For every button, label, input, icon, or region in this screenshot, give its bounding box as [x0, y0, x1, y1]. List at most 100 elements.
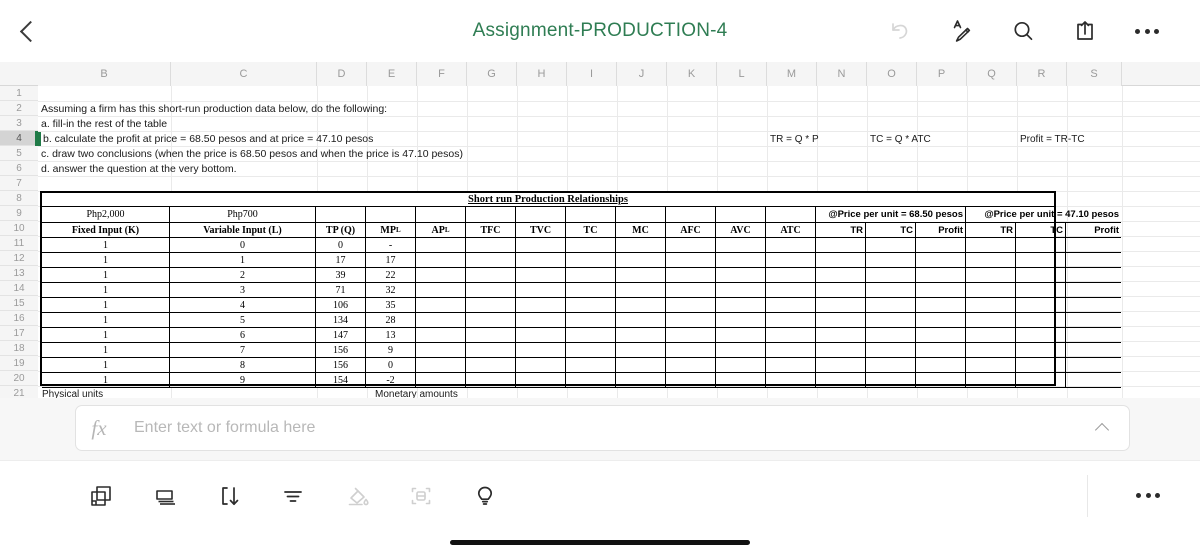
- table-cell-tr1[interactable]: [816, 343, 866, 358]
- table-cell-tc[interactable]: [566, 238, 616, 253]
- blank-head-i[interactable]: [566, 207, 616, 223]
- table-cell-tp[interactable]: 39: [316, 268, 366, 283]
- table-cell-afc[interactable]: [666, 343, 716, 358]
- header-tc[interactable]: TC: [566, 223, 616, 238]
- row-header-19[interactable]: 19: [0, 356, 38, 371]
- formula-hint-profit[interactable]: Profit = TR-TC: [1020, 132, 1085, 147]
- table-cell-mc[interactable]: [616, 313, 666, 328]
- blank-head-k[interactable]: [666, 207, 716, 223]
- blank-head-g[interactable]: [466, 207, 516, 223]
- table-cell-tr2[interactable]: [966, 358, 1016, 373]
- column-header-O[interactable]: O: [867, 62, 917, 86]
- table-cell-atc[interactable]: [766, 268, 816, 283]
- row-header-15[interactable]: 15: [0, 296, 38, 311]
- header-tvc[interactable]: TVC: [516, 223, 566, 238]
- blank-head-j[interactable]: [616, 207, 666, 223]
- column-header-G[interactable]: G: [467, 62, 517, 86]
- table-cell-avc[interactable]: [716, 268, 766, 283]
- price-group-2-label[interactable]: @Price per unit = 47.10 pesos: [966, 207, 1121, 223]
- table-cell-tr1[interactable]: [816, 313, 866, 328]
- row-header-1[interactable]: 1: [0, 86, 38, 101]
- table-cell-tfc[interactable]: [466, 313, 516, 328]
- table-cell-mp[interactable]: 35: [366, 298, 416, 313]
- row-header-18[interactable]: 18: [0, 341, 38, 356]
- table-cell-k[interactable]: 1: [42, 358, 170, 373]
- table-cell-ap[interactable]: [416, 253, 466, 268]
- table-cell-tc2[interactable]: [1016, 373, 1066, 388]
- table-cell-l[interactable]: 4: [170, 298, 316, 313]
- table-cell-mp[interactable]: 0: [366, 358, 416, 373]
- table-cell-tc[interactable]: [566, 253, 616, 268]
- table-cell-p2[interactable]: [1066, 253, 1121, 268]
- share-icon[interactable]: [1070, 16, 1100, 46]
- table-cell-avc[interactable]: [716, 313, 766, 328]
- table-cell-p2[interactable]: [1066, 268, 1121, 283]
- table-cell-k[interactable]: 1: [42, 373, 170, 388]
- table-cell-tc1[interactable]: [866, 283, 916, 298]
- table-cell-tfc[interactable]: [466, 283, 516, 298]
- row-header-20[interactable]: 20: [0, 371, 38, 386]
- table-cell-mp[interactable]: 9: [366, 343, 416, 358]
- table-cell-p2[interactable]: [1066, 298, 1121, 313]
- table-cell-mp[interactable]: 22: [366, 268, 416, 283]
- table-cell-tr2[interactable]: [966, 253, 1016, 268]
- table-cell-tfc[interactable]: [466, 253, 516, 268]
- table-cell-p2[interactable]: [1066, 283, 1121, 298]
- table-cell-tfc[interactable]: [466, 343, 516, 358]
- table-cell-mc[interactable]: [616, 268, 666, 283]
- table-cell-tvc[interactable]: [516, 358, 566, 373]
- table-cell-afc[interactable]: [666, 313, 716, 328]
- formula-bar[interactable]: fx: [75, 405, 1130, 451]
- table-cell-k[interactable]: 1: [42, 268, 170, 283]
- row-header-6[interactable]: 6: [0, 161, 38, 176]
- table-cell-k[interactable]: 1: [42, 253, 170, 268]
- filter-icon[interactable]: [276, 479, 310, 513]
- table-cell-avc[interactable]: [716, 358, 766, 373]
- table-cell-tr2[interactable]: [966, 313, 1016, 328]
- table-cell-tfc[interactable]: [466, 238, 516, 253]
- table-cell-p2[interactable]: [1066, 373, 1121, 388]
- table-cell-mc[interactable]: [616, 373, 666, 388]
- table-cell-atc[interactable]: [766, 373, 816, 388]
- table-cell-tc[interactable]: [566, 298, 616, 313]
- table-cell-atc[interactable]: [766, 283, 816, 298]
- table-cell-afc[interactable]: [666, 373, 716, 388]
- table-cell-tc[interactable]: [566, 343, 616, 358]
- header-tr-price1[interactable]: TR: [816, 223, 866, 238]
- table-cell-mc[interactable]: [616, 253, 666, 268]
- table-cell-tc1[interactable]: [866, 238, 916, 253]
- column-header-F[interactable]: F: [417, 62, 467, 86]
- table-cell-avc[interactable]: [716, 283, 766, 298]
- undo-icon[interactable]: [884, 16, 914, 46]
- table-cell-tr2[interactable]: [966, 298, 1016, 313]
- table-cell-avc[interactable]: [716, 373, 766, 388]
- table-cell-atc[interactable]: [766, 298, 816, 313]
- table-cell-tc2[interactable]: [1016, 283, 1066, 298]
- table-cell-tr2[interactable]: [966, 373, 1016, 388]
- note-row-5[interactable]: c. draw two conclusions (when the price …: [41, 147, 463, 162]
- table-cell-tc2[interactable]: [1016, 238, 1066, 253]
- table-cell-tr1[interactable]: [816, 253, 866, 268]
- table-cell-tc1[interactable]: [866, 298, 916, 313]
- table-cell-tc2[interactable]: [1016, 298, 1066, 313]
- note-row-3[interactable]: a. fill-in the rest of the table: [41, 117, 167, 132]
- header-tr-price2[interactable]: TR: [966, 223, 1016, 238]
- table-cell-tc[interactable]: [566, 328, 616, 343]
- table-cell-k[interactable]: 1: [42, 298, 170, 313]
- table-cell-tc2[interactable]: [1016, 268, 1066, 283]
- note-row-6[interactable]: d. answer the question at the very botto…: [41, 162, 237, 177]
- column-header-C[interactable]: C: [171, 62, 317, 86]
- table-cell-p1[interactable]: [916, 268, 966, 283]
- fixed-cost-label[interactable]: Php2,000: [42, 207, 170, 223]
- table-cell-tp[interactable]: 71: [316, 283, 366, 298]
- table-cell-tc2[interactable]: [1016, 328, 1066, 343]
- search-icon[interactable]: [1008, 16, 1038, 46]
- ideas-icon[interactable]: [468, 479, 502, 513]
- table-cell-avc[interactable]: [716, 328, 766, 343]
- table-cell-p2[interactable]: [1066, 238, 1121, 253]
- table-cell-avc[interactable]: [716, 343, 766, 358]
- table-cell-k[interactable]: 1: [42, 283, 170, 298]
- table-cell-atc[interactable]: [766, 343, 816, 358]
- table-cell-tvc[interactable]: [516, 313, 566, 328]
- table-cell-tvc[interactable]: [516, 298, 566, 313]
